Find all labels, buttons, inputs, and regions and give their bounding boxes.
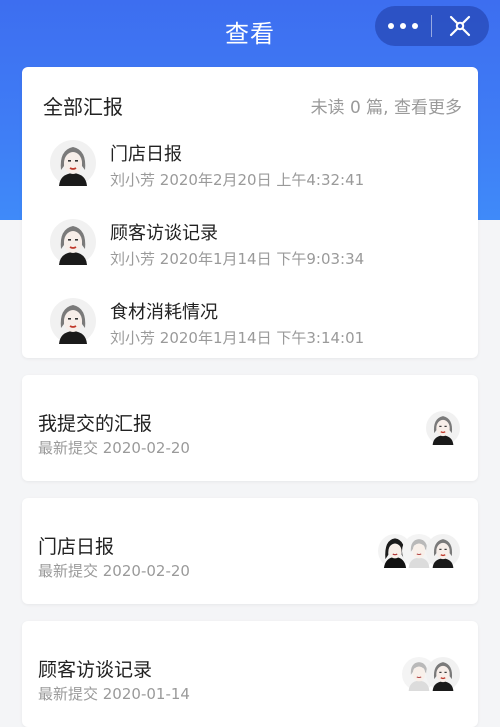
report-item[interactable]: 食材消耗情况 刘小芳 2020年1月14日 下午3:14:01 <box>22 294 478 364</box>
view-more-link[interactable]: 未读 0 篇, 查看更多 <box>311 93 462 118</box>
summary-title: 我提交的汇报 <box>38 413 153 435</box>
miniprogram-capsule <box>375 6 489 46</box>
avatar <box>426 411 460 445</box>
report-time: 2020年1月14日 下午9:03:34 <box>159 250 365 268</box>
avatar <box>50 140 96 186</box>
avatar-group <box>426 411 460 451</box>
summary-subtitle: 最新提交 2020-02-20 <box>38 562 190 580</box>
report-author: 刘小芳 <box>110 250 156 268</box>
report-time: 2020年1月14日 下午3:14:01 <box>159 329 365 347</box>
report-title: 门店日报 <box>110 144 182 165</box>
report-title: 食材消耗情况 <box>110 302 218 323</box>
avatar-group <box>402 657 460 697</box>
report-meta: 刘小芳 2020年1月14日 下午9:03:34 <box>110 248 364 269</box>
all-reports-card: 全部汇报 未读 0 篇, 查看更多 门店日报 刘小芳 2020年2月20日 上午… <box>22 67 478 358</box>
store-daily-report-card[interactable]: 门店日报 最新提交 2020-02-20 <box>22 498 478 604</box>
report-item[interactable]: 顾客访谈记录 刘小芳 2020年1月14日 下午9:03:34 <box>22 215 478 285</box>
report-title: 顾客访谈记录 <box>110 223 218 244</box>
avatar <box>426 657 460 691</box>
avatar <box>50 298 96 344</box>
report-meta: 刘小芳 2020年2月20日 上午4:32:41 <box>110 169 364 190</box>
summary-title: 门店日报 <box>38 536 115 558</box>
my-submitted-reports-card[interactable]: 我提交的汇报 最新提交 2020-02-20 <box>22 375 478 481</box>
nav-bar: 查看 <box>0 0 500 64</box>
avatar <box>426 534 460 568</box>
summary-subtitle: 最新提交 2020-02-20 <box>38 439 190 457</box>
report-item[interactable]: 门店日报 刘小芳 2020年2月20日 上午4:32:41 <box>22 136 478 206</box>
customer-interview-card[interactable]: 顾客访谈记录 最新提交 2020-01-14 <box>22 621 478 727</box>
report-author: 刘小芳 <box>110 171 156 189</box>
summary-title: 顾客访谈记录 <box>38 659 153 681</box>
avatar <box>50 219 96 265</box>
avatar-group <box>378 534 460 574</box>
report-author: 刘小芳 <box>110 329 156 347</box>
more-dots-icon[interactable] <box>375 6 431 46</box>
report-time: 2020年2月20日 上午4:32:41 <box>159 171 365 189</box>
all-reports-title: 全部汇报 <box>43 95 123 119</box>
capsule-close-icon[interactable] <box>432 6 489 46</box>
report-meta: 刘小芳 2020年1月14日 下午3:14:01 <box>110 327 364 348</box>
summary-subtitle: 最新提交 2020-01-14 <box>38 685 190 703</box>
